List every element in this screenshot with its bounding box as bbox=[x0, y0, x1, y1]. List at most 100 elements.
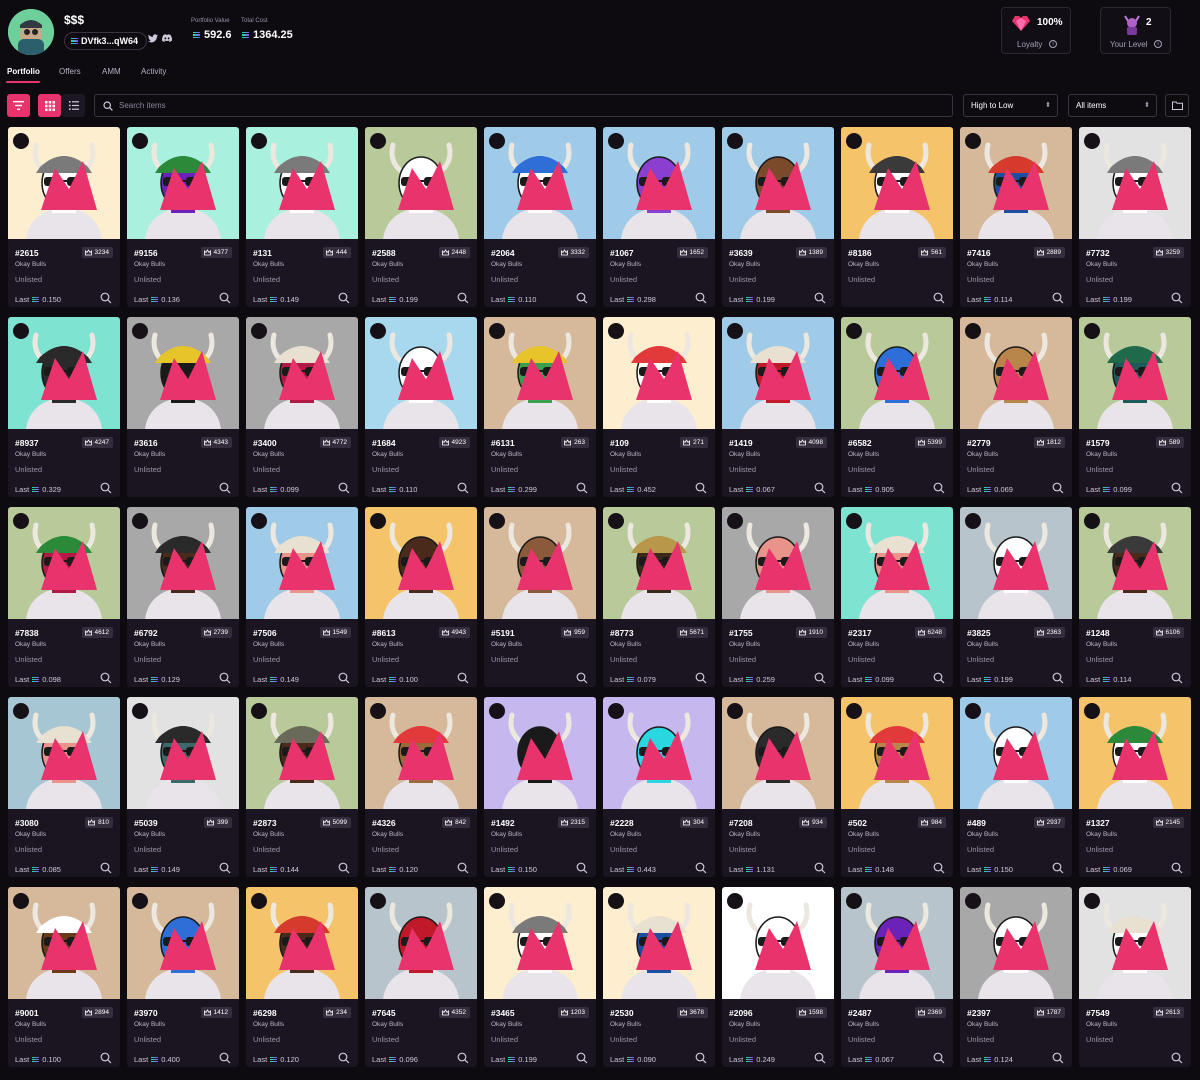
search-icon[interactable] bbox=[457, 482, 469, 494]
nft-image[interactable] bbox=[1079, 887, 1191, 999]
search-icon[interactable] bbox=[219, 482, 231, 494]
search-icon[interactable] bbox=[1171, 482, 1183, 494]
nft-image[interactable] bbox=[127, 317, 239, 429]
nft-card[interactable]: #2487 2369 Okay Bulls Unlisted Last 0.06… bbox=[841, 887, 953, 1067]
search-icon[interactable] bbox=[933, 862, 945, 874]
search-icon[interactable] bbox=[695, 1052, 707, 1064]
search-input[interactable] bbox=[119, 101, 919, 110]
nft-image[interactable] bbox=[960, 887, 1072, 999]
search-icon[interactable] bbox=[219, 862, 231, 874]
nft-card[interactable]: #1492 2315 Okay Bulls Unlisted Last 0.15… bbox=[484, 697, 596, 877]
search-icon[interactable] bbox=[1052, 862, 1064, 874]
search-icon[interactable] bbox=[576, 672, 588, 684]
nft-card[interactable]: #3400 4772 Okay Bulls Unlisted Last 0.09… bbox=[246, 317, 358, 497]
search-icon[interactable] bbox=[338, 292, 350, 304]
search-icon[interactable] bbox=[1171, 862, 1183, 874]
nft-image[interactable] bbox=[484, 697, 596, 809]
nft-card[interactable]: #7416 2889 Okay Bulls Unlisted Last 0.11… bbox=[960, 127, 1072, 307]
wallet-address-pill[interactable]: DVfk3...qW64 bbox=[64, 32, 148, 50]
search-icon[interactable] bbox=[576, 292, 588, 304]
nft-image[interactable] bbox=[484, 317, 596, 429]
nft-card[interactable]: #8937 4247 Okay Bulls Unlisted Last 0.32… bbox=[8, 317, 120, 497]
list-view-button[interactable] bbox=[62, 94, 85, 117]
nft-card[interactable]: #7506 1549 Okay Bulls Unlisted Last 0.14… bbox=[246, 507, 358, 687]
nft-image[interactable] bbox=[722, 887, 834, 999]
nft-card[interactable]: #6792 2739 Okay Bulls Unlisted Last 0.12… bbox=[127, 507, 239, 687]
nft-card[interactable]: #1419 4098 Okay Bulls Unlisted Last 0.06… bbox=[722, 317, 834, 497]
nft-image[interactable] bbox=[722, 697, 834, 809]
nft-card[interactable]: #4326 842 Okay Bulls Unlisted Last 0.120 bbox=[365, 697, 477, 877]
twitter-icon[interactable] bbox=[148, 34, 158, 45]
nft-image[interactable] bbox=[484, 127, 596, 239]
grid-view-button[interactable] bbox=[38, 94, 61, 117]
nft-image[interactable] bbox=[8, 887, 120, 999]
tab-offers[interactable]: Offers bbox=[59, 67, 81, 76]
nft-card[interactable]: #2615 3234 Okay Bulls Unlisted Last 0.15… bbox=[8, 127, 120, 307]
search-icon[interactable] bbox=[933, 1052, 945, 1064]
nft-image[interactable] bbox=[722, 127, 834, 239]
search-icon[interactable] bbox=[576, 862, 588, 874]
nft-image[interactable] bbox=[246, 317, 358, 429]
search-icon[interactable] bbox=[338, 862, 350, 874]
nft-card[interactable]: #9156 4377 Okay Bulls Unlisted Last 0.13… bbox=[127, 127, 239, 307]
search-icon[interactable] bbox=[933, 292, 945, 304]
nft-image[interactable] bbox=[1079, 697, 1191, 809]
info-icon[interactable]: i bbox=[1049, 40, 1057, 48]
nft-card[interactable]: #3639 1389 Okay Bulls Unlisted Last 0.19… bbox=[722, 127, 834, 307]
profile-avatar[interactable] bbox=[8, 9, 54, 55]
nft-card[interactable]: #7838 4612 Okay Bulls Unlisted Last 0.09… bbox=[8, 507, 120, 687]
nft-card[interactable]: #2873 5099 Okay Bulls Unlisted Last 0.14… bbox=[246, 697, 358, 877]
nft-card[interactable]: #2064 3332 Okay Bulls Unlisted Last 0.11… bbox=[484, 127, 596, 307]
nft-card[interactable]: #502 984 Okay Bulls Unlisted Last 0.148 bbox=[841, 697, 953, 877]
nft-image[interactable] bbox=[365, 507, 477, 619]
nft-card[interactable]: #7549 2613 Okay Bulls Unlisted bbox=[1079, 887, 1191, 1067]
nft-image[interactable] bbox=[8, 317, 120, 429]
folder-button[interactable] bbox=[1165, 94, 1189, 117]
nft-card[interactable]: #5039 399 Okay Bulls Unlisted Last 0.149 bbox=[127, 697, 239, 877]
nft-image[interactable] bbox=[127, 697, 239, 809]
nft-card[interactable]: #1067 1652 Okay Bulls Unlisted Last 0.29… bbox=[603, 127, 715, 307]
nft-card[interactable]: #2317 6248 Okay Bulls Unlisted Last 0.09… bbox=[841, 507, 953, 687]
sort-select[interactable]: High to Low ⬍ bbox=[963, 94, 1058, 117]
nft-card[interactable]: #3616 4343 Okay Bulls Unlisted bbox=[127, 317, 239, 497]
tab-portfolio[interactable]: Portfolio bbox=[7, 67, 40, 76]
nft-image[interactable] bbox=[841, 887, 953, 999]
search-icon[interactable] bbox=[338, 482, 350, 494]
search-icon[interactable] bbox=[1052, 482, 1064, 494]
search-icon[interactable] bbox=[219, 292, 231, 304]
search-icon[interactable] bbox=[814, 672, 826, 684]
nft-card[interactable]: #1684 4923 Okay Bulls Unlisted Last 0.11… bbox=[365, 317, 477, 497]
nft-image[interactable] bbox=[960, 127, 1072, 239]
search-icon[interactable] bbox=[338, 1052, 350, 1064]
search-icon[interactable] bbox=[576, 1052, 588, 1064]
search-icon[interactable] bbox=[338, 672, 350, 684]
search-icon[interactable] bbox=[457, 862, 469, 874]
search-icon[interactable] bbox=[457, 672, 469, 684]
nft-image[interactable] bbox=[841, 127, 953, 239]
nft-card[interactable]: #3465 1203 Okay Bulls Unlisted Last 0.19… bbox=[484, 887, 596, 1067]
nft-image[interactable] bbox=[603, 317, 715, 429]
nft-card[interactable]: #1579 589 Okay Bulls Unlisted Last 0.099 bbox=[1079, 317, 1191, 497]
search-icon[interactable] bbox=[457, 292, 469, 304]
nft-card[interactable]: #1248 6106 Okay Bulls Unlisted Last 0.11… bbox=[1079, 507, 1191, 687]
nft-image[interactable] bbox=[8, 507, 120, 619]
search-icon[interactable] bbox=[695, 672, 707, 684]
nft-card[interactable]: #7208 934 Okay Bulls Unlisted Last 1.131 bbox=[722, 697, 834, 877]
level-badge[interactable]: 2 Your Level i bbox=[1100, 7, 1171, 54]
nft-card[interactable]: #2228 304 Okay Bulls Unlisted Last 0.443 bbox=[603, 697, 715, 877]
nft-card[interactable]: #3825 2363 Okay Bulls Unlisted Last 0.19… bbox=[960, 507, 1072, 687]
search-icon[interactable] bbox=[100, 482, 112, 494]
nft-card[interactable]: #489 2937 Okay Bulls Unlisted Last 0.150 bbox=[960, 697, 1072, 877]
nft-card[interactable]: #131 444 Okay Bulls Unlisted Last 0.149 bbox=[246, 127, 358, 307]
nft-image[interactable] bbox=[960, 507, 1072, 619]
search-icon[interactable] bbox=[933, 672, 945, 684]
search-icon[interactable] bbox=[814, 862, 826, 874]
nft-image[interactable] bbox=[603, 127, 715, 239]
tab-activity[interactable]: Activity bbox=[141, 67, 166, 76]
nft-image[interactable] bbox=[8, 697, 120, 809]
nft-card[interactable]: #8773 5671 Okay Bulls Unlisted Last 0.07… bbox=[603, 507, 715, 687]
nft-image[interactable] bbox=[841, 697, 953, 809]
search-icon[interactable] bbox=[576, 482, 588, 494]
tab-amm[interactable]: AMM bbox=[102, 67, 121, 76]
filter-select[interactable]: All items ⬍ bbox=[1068, 94, 1157, 117]
